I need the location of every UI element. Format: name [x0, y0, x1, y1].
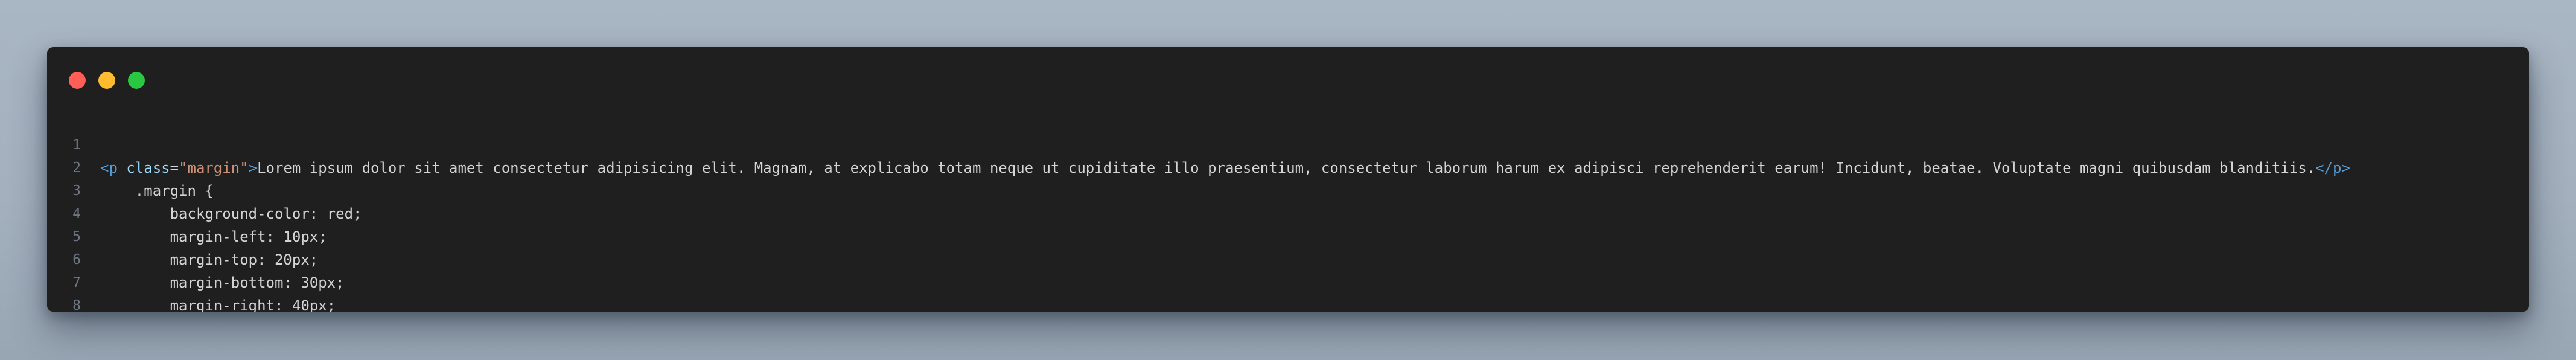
- window-titlebar: [47, 47, 2529, 108]
- code-line: 2 .margin {: [47, 133, 2529, 199]
- code-line: 8 }: [47, 271, 2529, 312]
- code-line: 4 margin-left: 10px;: [47, 179, 2529, 245]
- minimize-dot-icon[interactable]: [98, 72, 115, 89]
- code-line: 7 margin-right: 40px;: [47, 248, 2529, 312]
- close-dot-icon[interactable]: [69, 72, 86, 89]
- code-line: 6 margin-bottom: 30px;: [47, 225, 2529, 291]
- line-number: 8: [72, 298, 81, 312]
- code-line: 1 <p class="margin">Lorem ipsum dolor si…: [47, 111, 2529, 176]
- code-line: 3 background-color: red;: [47, 156, 2529, 222]
- code-block: 1 <p class="margin">Lorem ipsum dolor si…: [47, 111, 2529, 312]
- maximize-dot-icon[interactable]: [128, 72, 145, 89]
- code-line: 5 margin-top: 20px;: [47, 202, 2529, 268]
- code-window: 1 <p class="margin">Lorem ipsum dolor si…: [47, 47, 2529, 312]
- code-line-content: margin-right: 40px;: [100, 297, 336, 312]
